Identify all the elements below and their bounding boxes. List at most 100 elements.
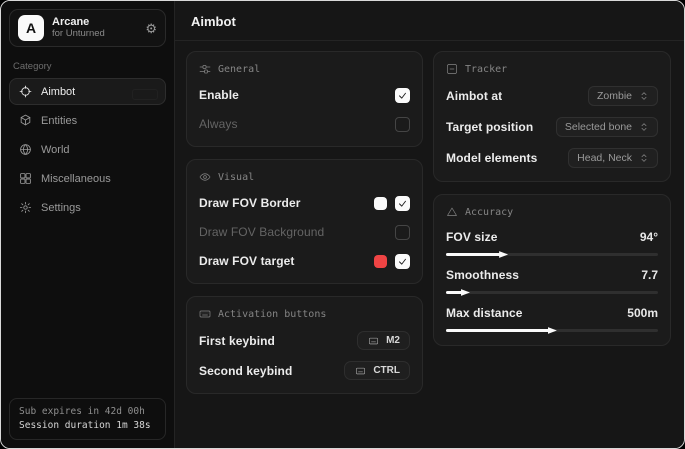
color-swatch[interactable] bbox=[374, 255, 387, 268]
eye-icon bbox=[199, 171, 211, 183]
slider-thumb[interactable] bbox=[499, 250, 508, 259]
setting-label: Draw FOV target bbox=[199, 254, 295, 268]
setting-label: Draw FOV Border bbox=[199, 196, 301, 210]
sidebar-item-label: Entities bbox=[41, 115, 77, 127]
always-checkbox[interactable] bbox=[395, 117, 410, 132]
page-title: Aimbot bbox=[191, 14, 669, 29]
activation-card: Activation buttons First keybind M2 Seco… bbox=[186, 296, 423, 394]
accuracy-section-title: Accuracy bbox=[446, 206, 658, 218]
tracker-section-title: Tracker bbox=[446, 63, 658, 75]
aimbot-at-select[interactable]: Zombie bbox=[588, 86, 658, 106]
check-icon bbox=[398, 91, 407, 100]
entities-icon bbox=[19, 114, 32, 127]
settings-gear-icon bbox=[19, 201, 32, 214]
app-logo: A bbox=[18, 15, 44, 41]
fov-border-checkbox[interactable] bbox=[395, 196, 410, 211]
enable-checkbox[interactable] bbox=[395, 88, 410, 103]
sliders-icon bbox=[199, 63, 211, 75]
sidebar-item-label: Miscellaneous bbox=[41, 173, 111, 185]
globe-icon bbox=[19, 143, 32, 156]
setting-label: Always bbox=[199, 117, 238, 131]
setting-label: Max distance bbox=[446, 306, 523, 320]
app-window: A Arcane for Unturned ⚙ Category Aimbot … bbox=[0, 0, 685, 449]
sidebar: A Arcane for Unturned ⚙ Category Aimbot … bbox=[1, 1, 175, 448]
sidebar-item-label: Settings bbox=[41, 202, 81, 214]
tracker-card: Tracker Aimbot at Zombie Target position… bbox=[433, 51, 671, 182]
setting-label: Second keybind bbox=[199, 364, 292, 378]
fov-size-slider[interactable] bbox=[446, 253, 658, 256]
accuracy-card: Accuracy FOV size 94° Smoothness bbox=[433, 194, 671, 346]
visual-card: Visual Draw FOV Border Draw FOV Backgrou… bbox=[186, 159, 423, 284]
crosshair-icon bbox=[19, 85, 32, 98]
setting-row-always: Always bbox=[199, 115, 410, 133]
setting-row-fov-target: Draw FOV target bbox=[199, 252, 410, 270]
brand-text: Arcane for Unturned bbox=[52, 16, 137, 40]
target-position-select[interactable]: Selected bone bbox=[556, 117, 658, 137]
session-duration-text: Session duration 1m 38s bbox=[19, 419, 156, 433]
setting-label: Enable bbox=[199, 88, 239, 102]
setting-label: Target position bbox=[446, 120, 533, 134]
triangle-icon bbox=[446, 206, 458, 218]
sidebar-item-world[interactable]: World bbox=[9, 136, 166, 163]
smoothness-value: 7.7 bbox=[641, 268, 658, 282]
setting-row-target-position: Target position Selected bone bbox=[446, 117, 658, 137]
setting-label: FOV size bbox=[446, 230, 497, 244]
setting-label: Smoothness bbox=[446, 268, 519, 282]
activation-section-title: Activation buttons bbox=[199, 308, 410, 320]
fov-background-checkbox[interactable] bbox=[395, 225, 410, 240]
check-icon bbox=[398, 199, 407, 208]
max-distance-setting: Max distance 500m bbox=[446, 306, 658, 332]
smoothness-setting: Smoothness 7.7 bbox=[446, 268, 658, 294]
focus-frame-icon bbox=[446, 63, 458, 75]
slider-thumb[interactable] bbox=[548, 326, 557, 335]
sub-expiry-text: Sub expires in 42d 00h bbox=[19, 405, 156, 419]
visual-section-title: Visual bbox=[199, 171, 410, 183]
keyboard-icon bbox=[367, 336, 380, 346]
check-icon bbox=[398, 257, 407, 266]
max-distance-slider[interactable] bbox=[446, 329, 658, 332]
setting-row-model-elements: Model elements Head, Neck bbox=[446, 148, 658, 168]
slider-thumb[interactable] bbox=[461, 288, 470, 297]
chevrons-up-down-icon bbox=[639, 122, 649, 132]
sidebar-item-label: World bbox=[41, 144, 70, 156]
sidebar-item-entities[interactable]: Entities bbox=[9, 107, 166, 134]
sidebar-item-miscellaneous[interactable]: Miscellaneous bbox=[9, 165, 166, 192]
max-distance-value: 500m bbox=[627, 306, 658, 320]
subscription-status-box: Sub expires in 42d 00h Session duration … bbox=[9, 398, 166, 441]
chevrons-up-down-icon bbox=[639, 153, 649, 163]
color-swatch[interactable] bbox=[374, 197, 387, 210]
fov-target-checkbox[interactable] bbox=[395, 254, 410, 269]
first-keybind-button[interactable]: M2 bbox=[357, 331, 410, 350]
setting-label: Draw FOV Background bbox=[199, 225, 324, 239]
smoothness-slider[interactable] bbox=[446, 291, 658, 294]
keyboard-icon bbox=[199, 308, 211, 320]
setting-label: Aimbot at bbox=[446, 89, 502, 103]
general-section-title: General bbox=[199, 63, 410, 75]
model-elements-select[interactable]: Head, Neck bbox=[568, 148, 658, 168]
main-panel: Aimbot General Enable Always bbox=[175, 1, 685, 448]
app-title: Arcane bbox=[52, 16, 137, 29]
chevrons-up-down-icon bbox=[639, 91, 649, 101]
setting-row-aimbot-at: Aimbot at Zombie bbox=[446, 86, 658, 106]
keyboard-icon bbox=[354, 366, 367, 376]
sidebar-item-aimbot[interactable]: Aimbot bbox=[9, 78, 166, 105]
fov-size-setting: FOV size 94° bbox=[446, 230, 658, 256]
general-card: General Enable Always bbox=[186, 51, 423, 147]
setting-row-enable: Enable bbox=[199, 86, 410, 104]
setting-row-first-keybind: First keybind M2 bbox=[199, 331, 410, 350]
app-subtitle: for Unturned bbox=[52, 29, 137, 40]
main-header: Aimbot bbox=[175, 1, 685, 41]
category-label: Category bbox=[13, 61, 166, 72]
setting-row-second-keybind: Second keybind CTRL bbox=[199, 361, 410, 380]
setting-label: First keybind bbox=[199, 334, 275, 348]
grid-icon bbox=[19, 172, 32, 185]
setting-label: Model elements bbox=[446, 151, 537, 165]
sidebar-item-settings[interactable]: Settings bbox=[9, 194, 166, 221]
fov-size-value: 94° bbox=[640, 230, 658, 244]
brand-card: A Arcane for Unturned ⚙ bbox=[9, 9, 166, 47]
setting-row-fov-border: Draw FOV Border bbox=[199, 194, 410, 212]
keybind-hint-badge bbox=[132, 89, 158, 100]
second-keybind-button[interactable]: CTRL bbox=[344, 361, 410, 380]
gear-icon[interactable]: ⚙ bbox=[145, 22, 157, 35]
setting-row-fov-background: Draw FOV Background bbox=[199, 223, 410, 241]
